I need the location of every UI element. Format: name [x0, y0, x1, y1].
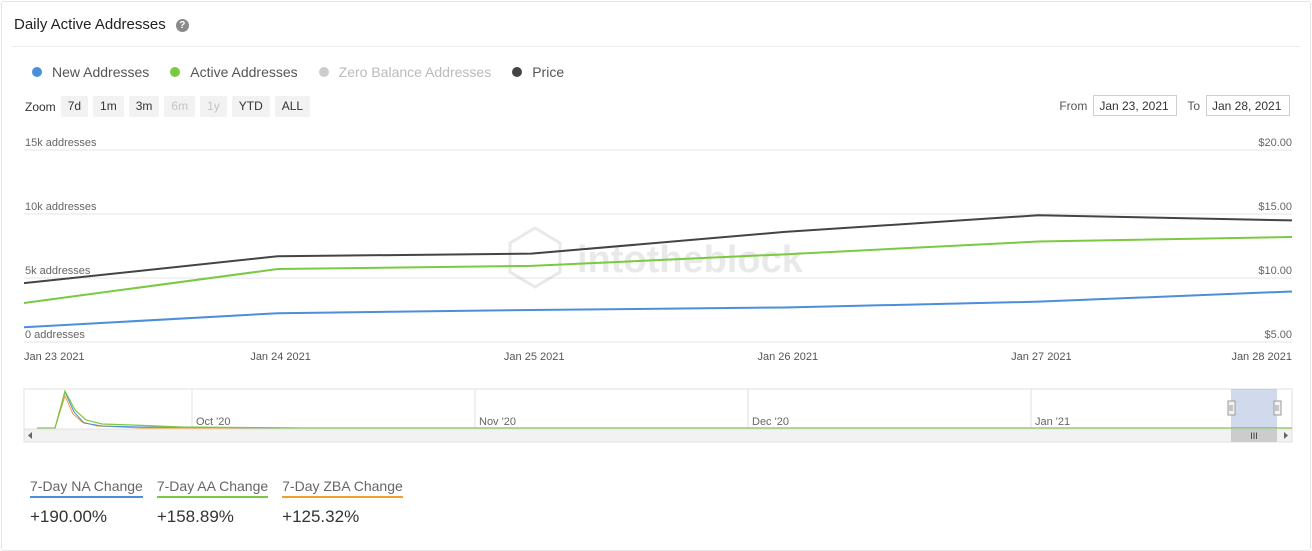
- navigator-month-label: Dec '20: [752, 416, 789, 428]
- stat-label: 7-Day AA Change: [156, 478, 269, 498]
- stat-value: +190.00%: [30, 507, 108, 526]
- y-left-tick-label: 5k addresses: [25, 265, 91, 277]
- y-left-tick-label: 10k addresses: [25, 201, 97, 213]
- stat-value: +158.89%: [156, 507, 234, 526]
- stat-value: +125.32%: [282, 507, 360, 526]
- x-tick-label: Jan 26 2021: [758, 351, 819, 363]
- x-tick-label: Jan 27 2021: [1011, 351, 1072, 363]
- y-right-tick-label: $20.00: [1258, 137, 1292, 149]
- main-chart[interactable]: 0 addresses 5k addresses 10k addresses 15k …: [2, 2, 1312, 372]
- scrollbar-grip: III: [1250, 431, 1258, 441]
- stat-na-change: 7-Day NA Change +190.00%: [30, 478, 143, 527]
- stat-zba-change: 7-Day ZBA Change +125.32%: [282, 478, 403, 527]
- stats-row: 7-Day NA Change +190.00% 7-Day AA Change…: [30, 478, 417, 527]
- navigator-month-label: Nov '20: [479, 416, 516, 428]
- x-tick-label: Jan 25 2021: [504, 351, 565, 363]
- y-left-tick-label: 15k addresses: [25, 137, 97, 149]
- stat-label: 7-Day NA Change: [30, 478, 143, 498]
- y-left-tick-label: 0 addresses: [25, 329, 85, 341]
- navigator-selection: [1231, 389, 1277, 429]
- x-tick-label: Jan 23 2021: [24, 351, 85, 363]
- navigator[interactable]: Oct '20 Nov '20 Dec '20 Jan '21 III: [2, 382, 1312, 452]
- watermark-text: intotheblock: [577, 239, 804, 281]
- series-line-new-addresses: [23, 290, 1293, 329]
- navigator-month-label: Jan '21: [1035, 416, 1070, 428]
- x-tick-label: Jan 28 2021: [1231, 351, 1292, 363]
- y-right-tick-label: $5.00: [1264, 329, 1292, 341]
- y-right-tick-label: $15.00: [1258, 201, 1292, 213]
- stat-aa-change: 7-Day AA Change +158.89%: [156, 478, 269, 527]
- y-right-tick-label: $10.00: [1258, 265, 1292, 277]
- stat-label: 7-Day ZBA Change: [282, 478, 403, 498]
- navigator-month-label: Oct '20: [196, 416, 231, 428]
- scrollbar-track: [23, 428, 1293, 443]
- x-tick-label: Jan 24 2021: [250, 351, 311, 363]
- chart-card: Daily Active Addresses ? New Addresses A…: [1, 1, 1311, 551]
